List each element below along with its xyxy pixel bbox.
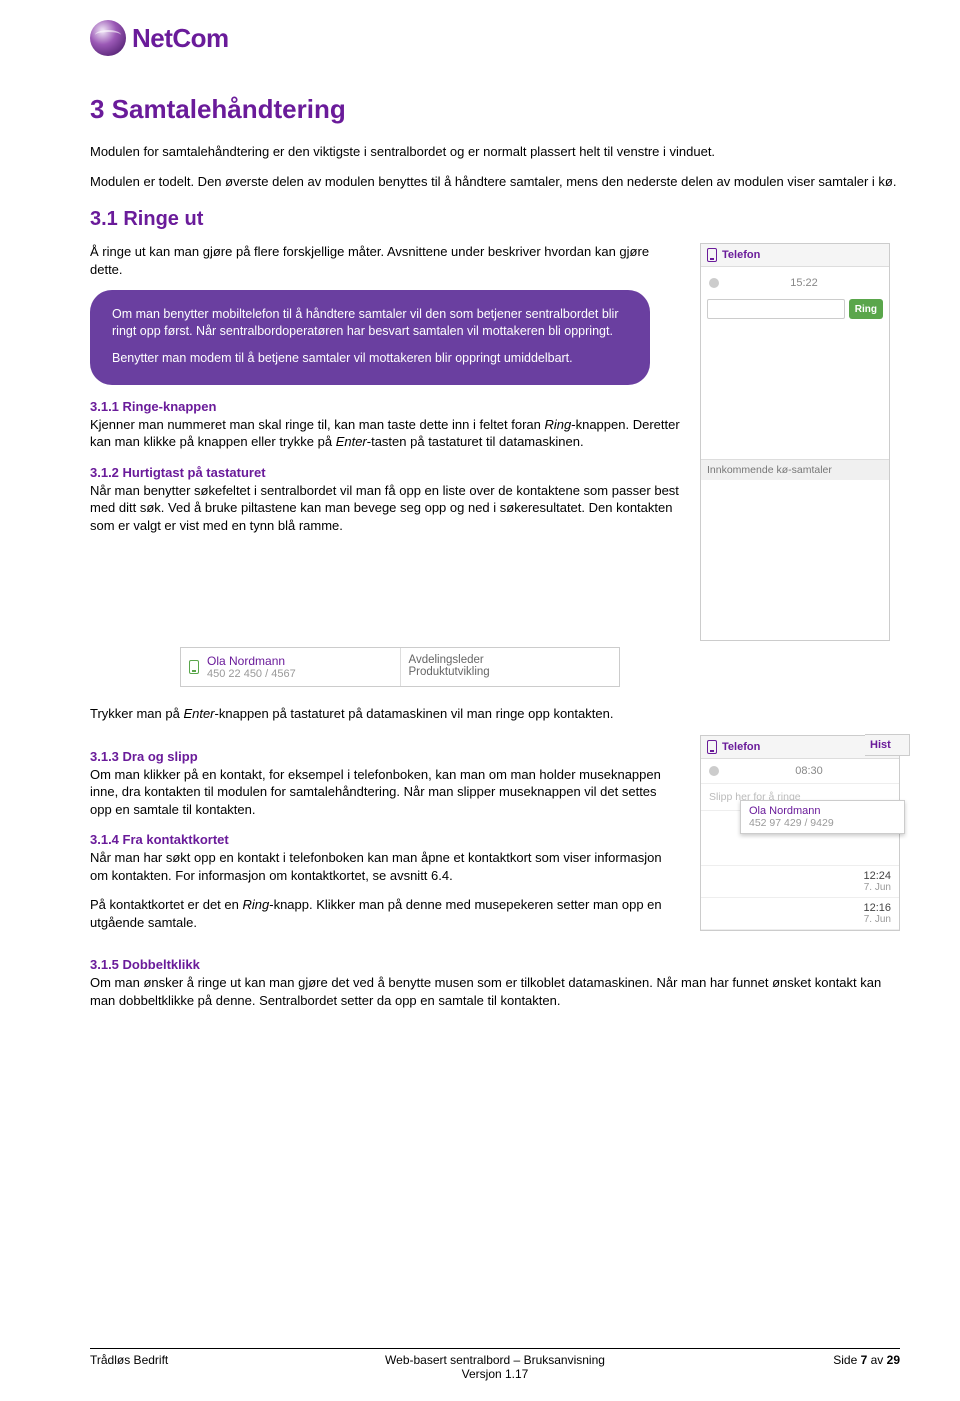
section-3-1-4-body1: Når man har søkt opp en kontakt i telefo…	[90, 849, 680, 884]
section-3-1-4-title: 3.1.4 Fra kontaktkortet	[90, 832, 680, 847]
dial-input[interactable]	[707, 299, 845, 319]
footer-version: Versjon 1.17	[462, 1367, 529, 1381]
history-tab-label: Hist	[870, 739, 891, 751]
widget-time: 15:22	[727, 277, 881, 289]
contact-role-1: Avdelingsleder	[409, 654, 612, 666]
section-3-1-3-title: 3.1.3 Dra og slipp	[90, 749, 680, 764]
contact-name: Ola Nordmann	[207, 654, 296, 668]
widget-header: Telefon	[701, 244, 889, 267]
section-3-1-3-body: Om man klikker på en kontakt, for eksemp…	[90, 766, 680, 819]
entry-date: 7. Jun	[709, 882, 891, 893]
text: -knappen på tastaturet på datamaskinen v…	[215, 706, 614, 721]
brand-name: NetCom	[132, 23, 229, 54]
incoming-queue-label: Innkommende kø-samtaler	[701, 459, 889, 480]
status-dot-icon	[709, 766, 719, 776]
section-3-1-4-body2: På kontaktkortet er det en Ring-knapp. K…	[90, 896, 680, 931]
page-footer: Trådløs Bedrift Web-basert sentralbord –…	[90, 1348, 900, 1381]
ring-word: Ring	[242, 897, 269, 912]
enter-word: Enter	[183, 706, 214, 721]
section-3-1-1-body: Kjenner man nummeret man skal ringe til,…	[90, 416, 680, 451]
callout-p1: Om man benytter mobiltelefon til å håndt…	[112, 306, 628, 340]
section-3-1-1-title: 3.1.1 Ringe-knappen	[90, 399, 680, 414]
call-log-entry[interactable]: 12:16 7. Jun	[701, 898, 899, 930]
drag-contact-name: Ola Nordmann	[749, 805, 896, 817]
call-log-entry[interactable]: 12:24 7. Jun	[701, 866, 899, 898]
section-3-1-title: 3.1 Ringe ut	[90, 208, 900, 231]
widget-time: 08:30	[727, 765, 891, 777]
entry-time: 12:24	[709, 870, 891, 882]
widget-title: Telefon	[722, 249, 760, 261]
text: -tasten på tastaturet til datamaskinen.	[367, 434, 584, 449]
section-3-1-5-title: 3.1.5 Dobbeltklikk	[90, 957, 900, 972]
entry-date: 7. Jun	[709, 914, 891, 925]
intro-paragraph-1: Modulen for samtalehåndtering er den vik…	[90, 143, 900, 161]
history-tab[interactable]: Hist	[865, 734, 910, 756]
text: Side	[833, 1353, 860, 1367]
telefon-widget: Telefon 15:22 Ring Innkommende kø-samtal…	[700, 243, 890, 641]
footer-doc-title: Web-basert sentralbord – Bruksanvisning	[385, 1353, 605, 1367]
text: Kjenner man nummeret man skal ringe til,…	[90, 417, 545, 432]
page-title: 3 Samtalehåndtering	[90, 94, 900, 125]
callout-p2: Benytter man modem til å betjene samtale…	[112, 350, 628, 367]
footer-left: Trådløs Bedrift	[90, 1353, 360, 1381]
text: På kontaktkortet er det en	[90, 897, 242, 912]
dragging-contact-card[interactable]: Ola Nordmann 452 97 429 / 9429	[740, 800, 905, 834]
info-callout: Om man benytter mobiltelefon til å håndt…	[90, 290, 650, 385]
contact-role-2: Produktutvikling	[409, 666, 612, 678]
footer-center: Web-basert sentralbord – Bruksanvisning …	[360, 1353, 630, 1381]
phone-icon	[189, 660, 199, 674]
brand-logo: NetCom	[90, 20, 900, 56]
enter-word: Enter	[336, 434, 367, 449]
phone-icon	[707, 248, 717, 262]
section-3-1-2-body: Når man benytter søkefeltet i sentralbor…	[90, 482, 680, 535]
after-contact-text: Trykker man på Enter-knappen på tastatur…	[90, 705, 900, 723]
entry-time: 12:16	[709, 902, 891, 914]
phone-icon	[707, 740, 717, 754]
section-3-1-5-body: Om man ønsker å ringe ut kan man gjøre d…	[90, 974, 900, 1009]
status-dot-icon	[709, 278, 719, 288]
page-total: 29	[887, 1353, 900, 1367]
footer-right: Side 7 av 29	[630, 1353, 900, 1381]
contact-number: 450 22 450 / 4567	[207, 668, 296, 680]
section-3-1-body: Å ringe ut kan man gjøre på flere forskj…	[90, 243, 680, 278]
ring-word: Ring	[545, 417, 572, 432]
logo-sphere-icon	[90, 20, 126, 56]
ring-button[interactable]: Ring	[849, 299, 883, 319]
text: Trykker man på	[90, 706, 183, 721]
intro-paragraph-2: Modulen er todelt. Den øverste delen av …	[90, 173, 900, 191]
contact-card[interactable]: Ola Nordmann 450 22 450 / 4567 Avdelings…	[180, 647, 620, 687]
text: av	[867, 1353, 886, 1367]
section-3-1-2-title: 3.1.2 Hurtigtast på tastaturet	[90, 465, 680, 480]
drag-contact-number: 452 97 429 / 9429	[749, 817, 896, 829]
widget-title: Telefon	[722, 741, 760, 753]
